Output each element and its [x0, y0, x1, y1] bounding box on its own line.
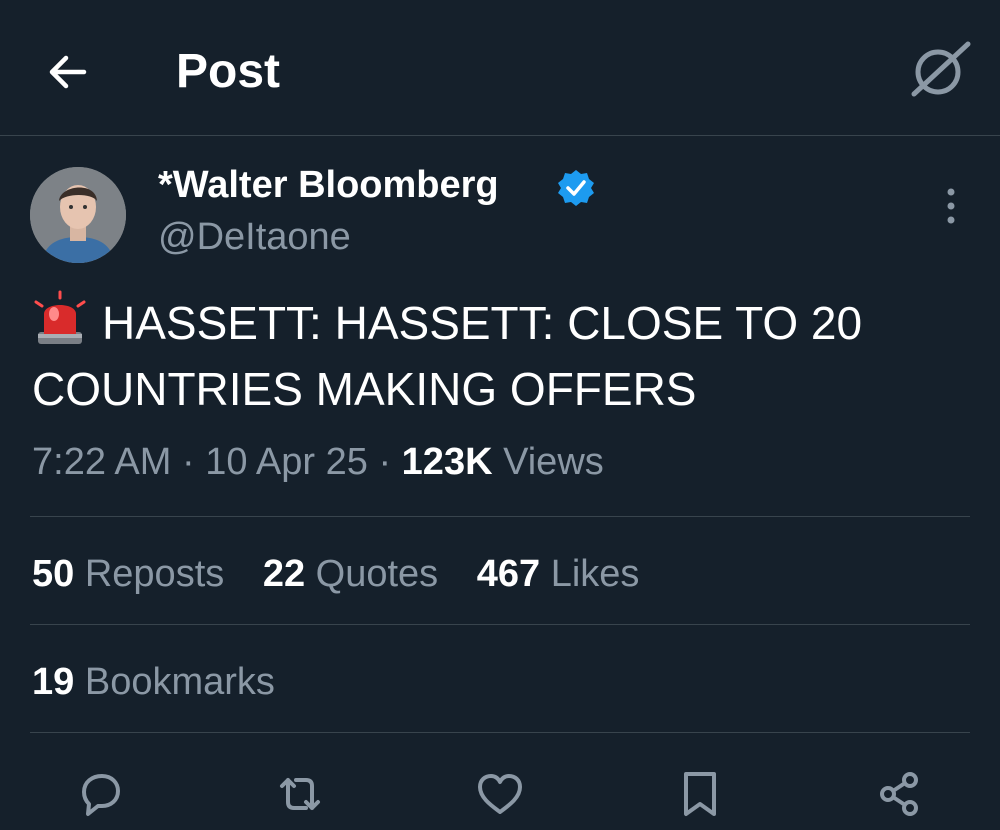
share-icon[interactable] — [874, 768, 926, 820]
reposts-label: Reposts — [84, 553, 225, 595]
bookmarks-stat[interactable]: 19 Bookmarks — [32, 658, 275, 706]
like-icon[interactable] — [474, 768, 526, 820]
likes-count: 467 — [476, 553, 541, 595]
likes-stat[interactable]: 467 Likes — [477, 550, 640, 598]
reposts-stat[interactable]: 50 Reposts — [32, 550, 224, 598]
meta-separator: · — [181, 441, 195, 483]
top-bar: Post — [0, 0, 1000, 136]
views-label[interactable]: Views — [503, 441, 604, 483]
author-handle[interactable]: @DeItaone — [158, 214, 351, 260]
avatar[interactable] — [30, 167, 126, 263]
back-arrow-icon[interactable] — [44, 48, 92, 96]
verified-badge-icon — [556, 168, 596, 208]
engagement-stats: 50 Reposts 22 Quotes 467 Likes — [32, 550, 667, 598]
grok-icon[interactable] — [908, 40, 974, 100]
repost-icon[interactable] — [274, 768, 326, 820]
more-options-icon[interactable] — [938, 186, 964, 226]
views-count[interactable]: 123K — [402, 441, 493, 483]
bookmark-icon[interactable] — [674, 768, 726, 820]
page-title: Post — [176, 45, 281, 98]
tweet-meta: 7:22 AM · 10 Apr 25 · 123K Views — [32, 438, 604, 486]
tweet-date[interactable]: 10 Apr 25 — [205, 441, 368, 483]
tweet-time[interactable]: 7:22 AM — [32, 441, 171, 483]
quotes-count: 22 — [262, 553, 306, 595]
quotes-label: Quotes — [315, 553, 439, 595]
reply-icon[interactable] — [74, 768, 126, 820]
reposts-count: 50 — [32, 553, 75, 595]
divider — [30, 624, 970, 625]
meta-separator: · — [378, 441, 392, 483]
tweet-text: HASSETT: HASSETT: CLOSE TO 20 COUNTRIES … — [32, 297, 863, 415]
bookmarks-count: 19 — [32, 661, 75, 703]
bookmarks-label: Bookmarks — [84, 661, 275, 703]
quotes-stat[interactable]: 22 Quotes — [263, 550, 438, 598]
likes-label: Likes — [550, 553, 640, 595]
divider — [30, 516, 970, 517]
divider — [30, 732, 970, 733]
author-name[interactable]: *Walter Bloomberg — [158, 162, 499, 208]
